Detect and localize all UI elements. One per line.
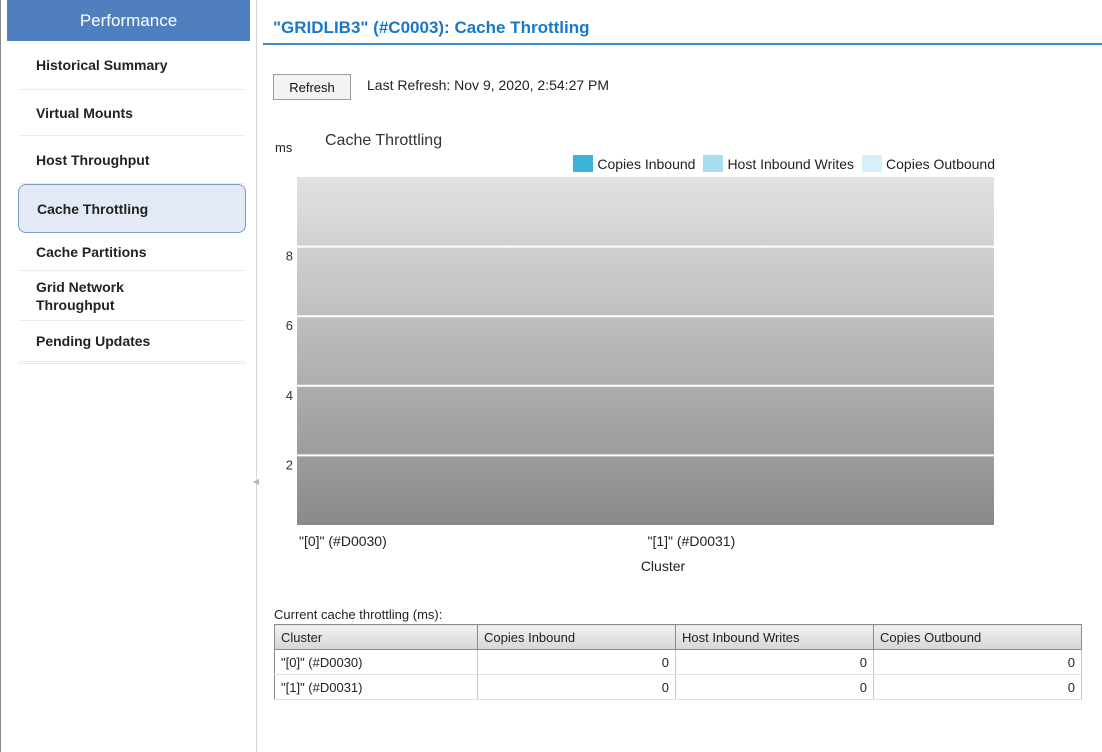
y-tick-label: 2 bbox=[286, 457, 293, 472]
sidebar-header: Performance bbox=[7, 0, 250, 41]
x-tick-label: "[1]" (#D0031) bbox=[648, 533, 736, 549]
table-row[interactable]: "[0]" (#D0030) 0 0 0 bbox=[274, 649, 1082, 675]
cell-copies-outbound: 0 bbox=[873, 674, 1082, 700]
cell-host-inbound-writes: 0 bbox=[675, 649, 874, 675]
cell-cluster: "[0]" (#D0030) bbox=[274, 649, 478, 675]
table-caption: Current cache throttling (ms): bbox=[274, 607, 443, 622]
sidebar-item-cache-partitions[interactable]: Cache Partitions bbox=[18, 233, 246, 271]
main-panel: "GRIDLIB3" (#C0003): Cache Throttling Re… bbox=[263, 0, 1102, 752]
collapse-handle[interactable]: ◀ bbox=[252, 436, 260, 526]
y-tick-label: 6 bbox=[286, 318, 293, 333]
x-axis-label: Cluster bbox=[640, 558, 686, 574]
table-header-row: Cluster Copies Inbound Host Inbound Writ… bbox=[274, 624, 1082, 650]
title-divider bbox=[263, 43, 1102, 45]
sidebar-item-host-throughput[interactable]: Host Throughput bbox=[18, 136, 246, 184]
y-tick-label: 8 bbox=[286, 249, 293, 264]
column-header-host-inbound-writes[interactable]: Host Inbound Writes bbox=[675, 624, 874, 650]
cell-copies-outbound: 0 bbox=[873, 649, 1082, 675]
sidebar: Performance Historical Summary Virtual M… bbox=[0, 0, 257, 752]
sidebar-item-pending-updates[interactable]: Pending Updates bbox=[18, 320, 246, 362]
column-header-copies-outbound[interactable]: Copies Outbound bbox=[873, 624, 1082, 650]
y-axis-unit: ms bbox=[275, 140, 293, 155]
cell-copies-inbound: 0 bbox=[477, 674, 676, 700]
table-row[interactable]: "[1]" (#D0031) 0 0 0 bbox=[274, 674, 1082, 700]
y-axis-ticks: 2 4 6 8 bbox=[286, 249, 293, 473]
sidebar-item-grid-network-throughput[interactable]: Grid Network Throughput bbox=[18, 271, 178, 320]
refresh-button[interactable]: Refresh bbox=[273, 74, 351, 100]
column-header-cluster[interactable]: Cluster bbox=[274, 624, 478, 650]
throttling-table: Cluster Copies Inbound Host Inbound Writ… bbox=[274, 624, 1082, 700]
plot-area bbox=[297, 177, 994, 525]
cell-host-inbound-writes: 0 bbox=[675, 674, 874, 700]
sidebar-item-historical-summary[interactable]: Historical Summary bbox=[18, 41, 246, 90]
column-header-copies-inbound[interactable]: Copies Inbound bbox=[477, 624, 676, 650]
page-title: "GRIDLIB3" (#C0003): Cache Throttling bbox=[273, 18, 590, 37]
chart-title: Cache Throttling bbox=[325, 132, 443, 149]
y-tick-label: 4 bbox=[286, 388, 293, 403]
chart-plot: 2 4 6 8 "[0]" (#D0030) "[1]" (#D0031) bbox=[286, 177, 994, 549]
sidebar-item-cache-throttling[interactable]: Cache Throttling bbox=[18, 184, 246, 233]
last-refresh-text: Last Refresh: Nov 9, 2020, 2:54:27 PM bbox=[367, 77, 610, 93]
sidebar-item-virtual-mounts[interactable]: Virtual Mounts bbox=[18, 90, 246, 136]
divider bbox=[18, 362, 246, 364]
cell-cluster: "[1]" (#D0031) bbox=[274, 674, 478, 700]
x-tick-label: "[0]" (#D0030) bbox=[299, 533, 387, 549]
cell-copies-inbound: 0 bbox=[477, 649, 676, 675]
x-axis-ticks: "[0]" (#D0030) "[1]" (#D0031) bbox=[299, 533, 735, 549]
